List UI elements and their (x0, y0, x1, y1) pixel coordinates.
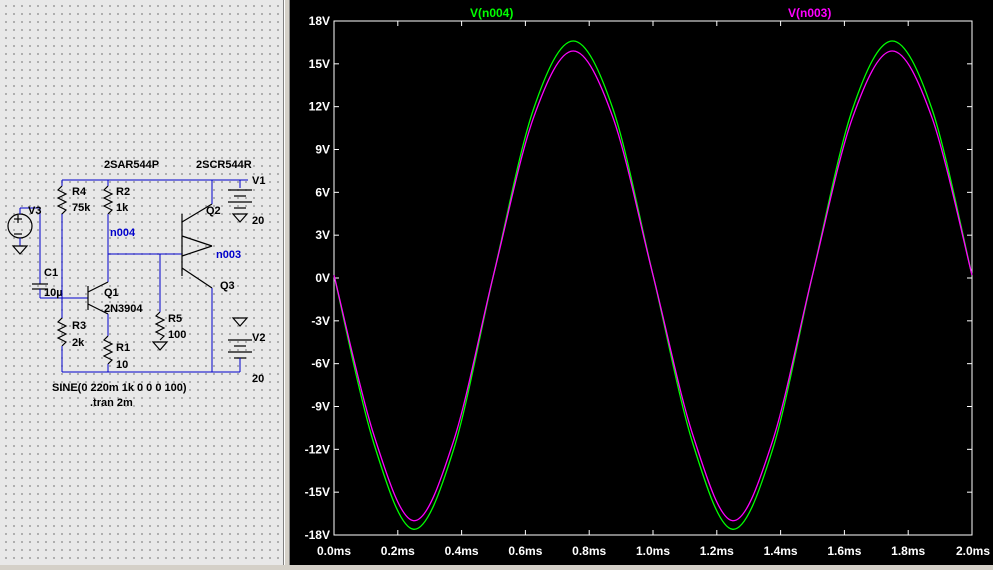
r4-resistor[interactable] (56, 185, 68, 215)
r5-resistor[interactable] (154, 311, 166, 341)
net-label-n004: n004 (110, 227, 136, 239)
x-tick-label: 0.8ms (572, 544, 606, 558)
x-tick-label: 1.4ms (764, 544, 798, 558)
y-tick-label: -12V (305, 442, 330, 456)
y-tick-label: 9V (315, 143, 330, 157)
c1-label: C1 (44, 267, 58, 279)
v2-ground-icon (231, 317, 249, 327)
r4-value: 75k (72, 202, 91, 214)
v3-ground-icon (11, 245, 29, 255)
y-tick-label: 0V (315, 271, 330, 285)
x-tick-label: 2.0ms (956, 544, 990, 558)
net-label-n003: n003 (216, 249, 241, 261)
waveform-viewer[interactable]: 18V 15V 12V 9V 6V 3V 0V -3V -6V -9V -12V -15V -18V 0… (290, 0, 993, 565)
q3-emitter (181, 245, 213, 257)
trace-v-n004[interactable] (333, 40, 973, 530)
y-tick-label: 12V (309, 100, 330, 114)
q3-model: 2SAR544P (104, 159, 159, 171)
y-tick-label: 18V (309, 14, 330, 28)
r4-label: R4 (72, 186, 87, 198)
y-tick-label: 3V (315, 228, 330, 242)
r3-value: 2k (72, 337, 85, 349)
r1-label: R1 (116, 342, 130, 354)
r2-label: R2 (116, 186, 130, 198)
v2-label: V2 (252, 332, 265, 344)
y-tick-label: -18V (305, 528, 330, 542)
x-tick-label: 1.0ms (636, 544, 670, 558)
schematic-canvas[interactable]: V3 C1 10µ R4 75k R3 2k R2 1k n004 Q1 2N3… (0, 0, 284, 565)
r5-ground-icon (151, 341, 169, 351)
y-tick-label: -15V (305, 485, 330, 499)
r5-label: R5 (168, 313, 182, 325)
x-tick-label: 1.2ms (700, 544, 734, 558)
q2-model: 2SCR544R (196, 159, 252, 171)
v3-label: V3 (28, 205, 41, 217)
waveform-plot[interactable]: 18V 15V 12V 9V 6V 3V 0V -3V -6V -9V -12V -15V -18V 0… (290, 0, 993, 565)
r3-label: R3 (72, 320, 86, 332)
x-tick-label: 0.4ms (445, 544, 479, 558)
y-tick-label: 15V (309, 57, 330, 71)
y-tick-label: 6V (315, 185, 330, 199)
x-tick-label: 0.6ms (508, 544, 542, 558)
q1-model: 2N3904 (104, 303, 143, 315)
r1-value: 10 (116, 359, 128, 371)
r1-resistor[interactable] (102, 335, 114, 365)
x-tick-label: 0.2ms (381, 544, 415, 558)
tran-directive[interactable]: .tran 2m (90, 397, 133, 409)
y-axis-ticks: 18V 15V 12V 9V 6V 3V 0V -3V -6V -9V -12V -15V -18V (305, 14, 972, 542)
y-tick-label: -3V (311, 314, 330, 328)
x-tick-label: 1.8ms (891, 544, 925, 558)
x-axis-ticks: 0.0ms 0.2ms 0.4ms 0.6ms 0.8ms 1.0ms 1.2ms 1.4ms… (317, 21, 990, 558)
y-tick-label: -9V (311, 400, 330, 414)
x-tick-label: 1.6ms (827, 544, 861, 558)
sine-directive[interactable]: SINE(0 220m 1k 0 0 0 100) (52, 382, 187, 394)
q3-label: Q3 (220, 280, 235, 292)
c1-value: 10µ (44, 287, 63, 299)
r3-resistor[interactable] (56, 317, 68, 347)
q1-label: Q1 (104, 287, 119, 299)
v2-value: 20 (252, 373, 264, 385)
trace-label-v-n003[interactable]: V(n003) (788, 6, 831, 20)
plot-area-frame[interactable] (333, 20, 973, 536)
x-tick-label: 0.0ms (317, 544, 351, 558)
v1-value: 20 (252, 215, 264, 227)
r5-value: 100 (168, 329, 186, 341)
q2-label: Q2 (206, 205, 221, 217)
r2-resistor[interactable] (102, 185, 114, 215)
r2-value: 1k (116, 202, 129, 214)
trace-layer (333, 40, 973, 530)
v1-label: V1 (252, 175, 265, 187)
q2-emitter (181, 235, 213, 247)
q3-collector (181, 267, 213, 289)
trace-v-n003[interactable] (333, 50, 973, 522)
y-tick-label: -6V (311, 357, 330, 371)
schematic-pane[interactable]: V3 C1 10µ R4 75k R3 2k R2 1k n004 Q1 2N3… (0, 0, 284, 565)
v1-ground-icon (231, 213, 249, 223)
trace-label-v-n004[interactable]: V(n004) (470, 6, 513, 20)
